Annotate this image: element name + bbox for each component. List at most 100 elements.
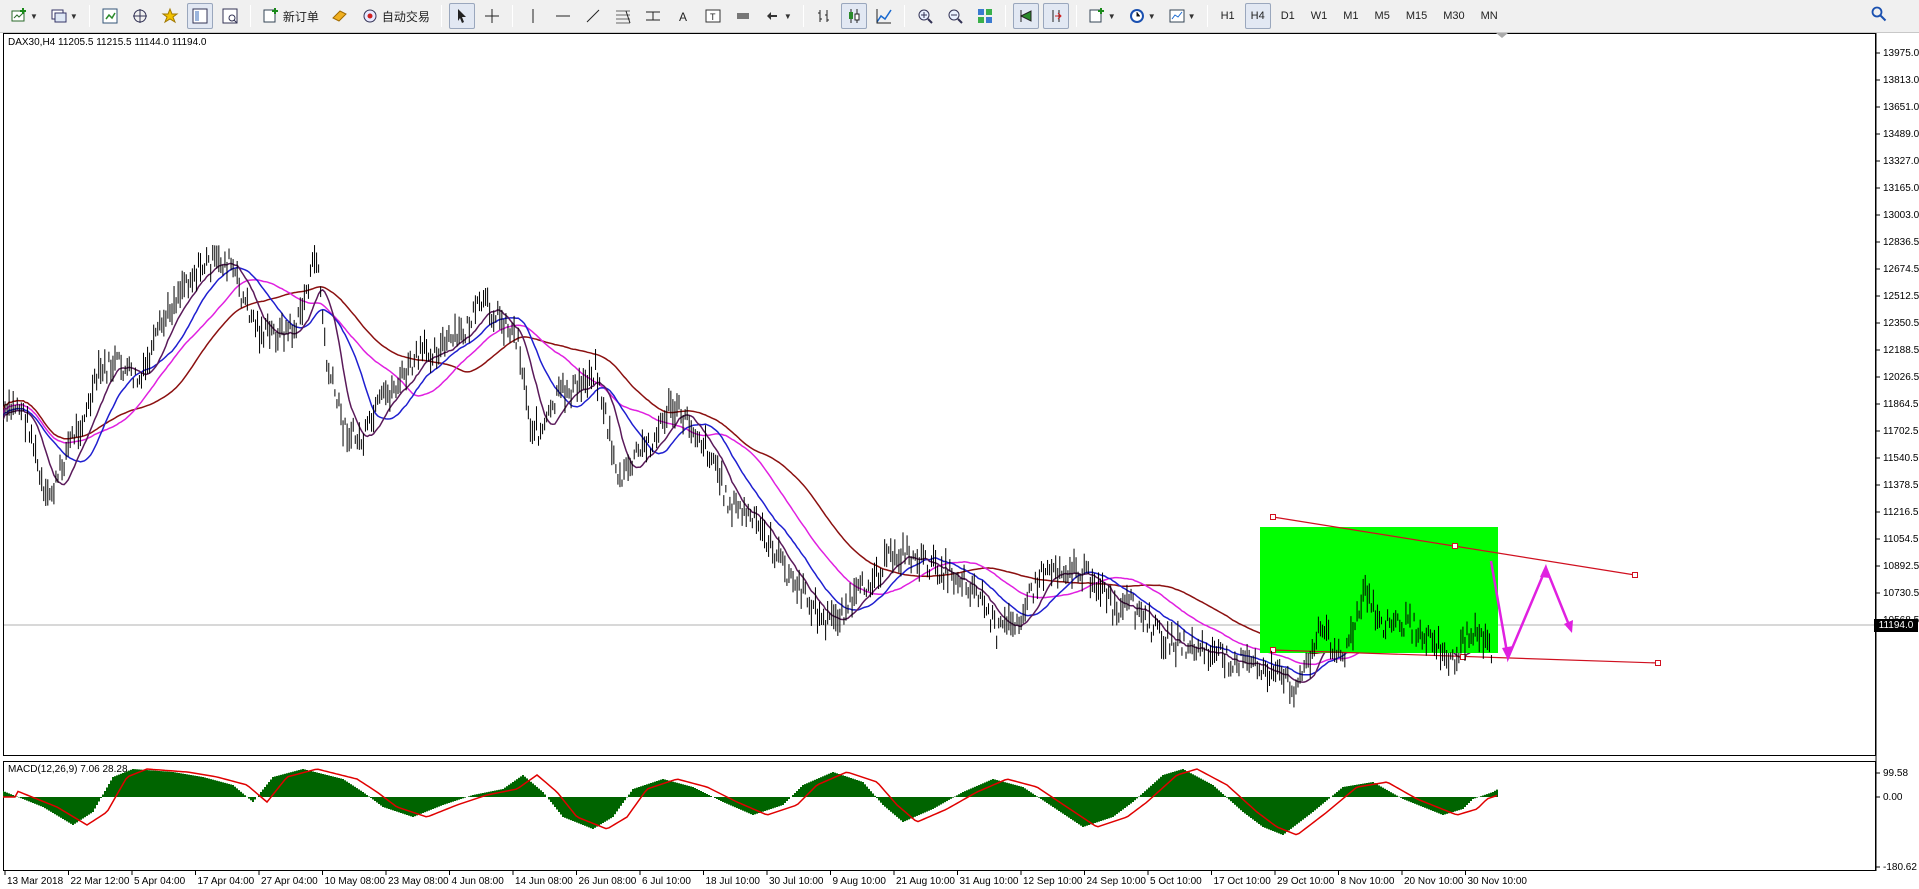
timeframe-h1[interactable]: H1	[1215, 3, 1241, 29]
price-scale-label: 10730.5	[1883, 588, 1919, 599]
trendline-anchor[interactable]	[1632, 572, 1638, 578]
profiles-button[interactable]: ▼	[46, 3, 82, 29]
navigator-button[interactable]	[127, 3, 153, 29]
bar-chart-button[interactable]	[811, 3, 837, 29]
new-order-button[interactable]: 新订单	[258, 3, 323, 29]
autoscroll-button[interactable]	[1042, 3, 1069, 29]
time-scale-label: 24 Sep 10:00	[1087, 876, 1147, 887]
price-scale-label: 13165.0	[1883, 183, 1919, 194]
candlestick-button[interactable]	[840, 3, 867, 29]
data-window-button[interactable]	[157, 3, 183, 29]
trendline-anchor[interactable]	[1655, 660, 1661, 666]
templates-button[interactable]: ▼	[1164, 3, 1200, 29]
timeframe-h4[interactable]: H4	[1244, 3, 1271, 29]
price-scale-label: 13813.0	[1883, 75, 1919, 86]
chart-canvas[interactable]: 13975.0 13813.0 13651.0 13489.0 13327.0 13165…	[3, 33, 1919, 889]
timeframe-mn[interactable]: MN	[1475, 3, 1504, 29]
auto-trading-button[interactable]: 自动交易	[357, 3, 434, 29]
zoom-in-button[interactable]	[912, 3, 938, 29]
tile-windows-button[interactable]	[972, 3, 998, 29]
profiles-icon	[51, 9, 67, 23]
main-chart-frame	[3, 33, 1876, 756]
toolbar-separator	[249, 5, 251, 27]
crosshair-tool-button[interactable]	[479, 3, 505, 29]
macd-scale-label: 99.58	[1883, 768, 1908, 779]
indicators-button[interactable]: ▼	[1084, 3, 1120, 29]
shapes-button[interactable]: ▼	[760, 3, 796, 29]
strategy-tester-button[interactable]	[217, 3, 243, 29]
text-label-button[interactable]: T	[700, 3, 726, 29]
trendline-icon	[586, 9, 600, 23]
horizontal-line-button[interactable]	[550, 3, 576, 29]
dropdown-arrow-icon: ▼	[783, 11, 792, 21]
crosshair-icon	[484, 9, 499, 23]
time-scale-label: 17 Oct 10:00	[1214, 876, 1272, 887]
time-scale-label: 4 Jun 08:00	[452, 876, 505, 887]
trendline-anchor[interactable]	[1270, 514, 1276, 520]
toolbar-separator	[1004, 5, 1006, 27]
channel-button[interactable]	[640, 3, 666, 29]
navigator-icon	[132, 9, 147, 23]
trendline-button[interactable]	[580, 3, 606, 29]
autoscroll-icon	[1052, 10, 1062, 22]
price-scale-label: 13651.0	[1883, 102, 1919, 113]
text-icon: A	[679, 10, 687, 24]
toolbar-separator	[802, 5, 804, 27]
new-order-label: 新订单	[282, 9, 319, 24]
text-tool-button[interactable]: A	[670, 3, 696, 29]
rectangle-icon	[736, 13, 749, 19]
chart-shift-icon	[1019, 10, 1032, 22]
arrow-tool-button[interactable]	[730, 3, 756, 29]
new-chart-button[interactable]: ▼	[6, 3, 42, 29]
macd-scale-label: -180.62	[1883, 862, 1917, 873]
market-watch-icon	[102, 8, 118, 24]
text-label-icon: T	[705, 9, 721, 23]
price-scale-label: 11378.5	[1883, 480, 1919, 491]
cursor-tool-button[interactable]	[448, 3, 475, 29]
terminal-icon	[192, 8, 208, 24]
price-scale-label: 11702.5	[1883, 426, 1919, 437]
timeframe-m15[interactable]: M15	[1400, 3, 1433, 29]
time-scale-label: 30 Nov 10:00	[1468, 876, 1528, 887]
price-scale-label: 11216.5	[1883, 507, 1919, 518]
price-scale-label: 13975.0	[1883, 48, 1919, 59]
market-watch-button[interactable]	[97, 3, 123, 29]
auto-trading-label: 自动交易	[381, 9, 430, 24]
timeframe-m30[interactable]: M30	[1437, 3, 1470, 29]
price-scale-label: 10892.5	[1883, 561, 1919, 572]
time-scale-label: 5 Oct 10:00	[1150, 876, 1202, 887]
timeframe-m5[interactable]: M5	[1369, 3, 1396, 29]
chart-symbol-info: DAX30,H4 11205.5 11215.5 11144.0 11194.0	[8, 37, 207, 48]
price-scale-label: 12674.5	[1883, 264, 1919, 275]
consolidation-box[interactable]	[1260, 527, 1498, 653]
current-price-badge: 11194.0	[1874, 619, 1918, 632]
trendline-anchor[interactable]	[1452, 543, 1458, 549]
meta-editor-button[interactable]	[327, 3, 353, 29]
chart-shift-button[interactable]	[1012, 3, 1039, 29]
candlestick-icon	[848, 9, 860, 23]
time-scale-label: 9 Aug 10:00	[833, 876, 887, 887]
svg-text:T: T	[710, 12, 716, 22]
zoom-out-button[interactable]	[942, 3, 968, 29]
time-scale-label: 8 Nov 10:00	[1341, 876, 1395, 887]
price-scale-label: 12188.5	[1883, 345, 1919, 356]
timeframe-m1[interactable]: M1	[1337, 3, 1364, 29]
price-scale-label: 12350.5	[1883, 318, 1919, 329]
terminal-button[interactable]	[186, 3, 213, 29]
time-scale-label: 21 Aug 10:00	[896, 876, 955, 887]
periods-button[interactable]: ▼	[1124, 3, 1160, 29]
fibonacci-button[interactable]	[610, 3, 636, 29]
time-scale-label: 18 Jul 10:00	[706, 876, 761, 887]
time-scale-label: 10 May 08:00	[325, 876, 386, 887]
macd-info: MACD(12,26,9) 7.06 28.28	[8, 764, 128, 775]
line-chart-button[interactable]	[871, 3, 897, 29]
timeframe-w1[interactable]: W1	[1305, 3, 1334, 29]
timeframe-d1[interactable]: D1	[1275, 3, 1301, 29]
indicators-icon	[1089, 8, 1104, 23]
new-chart-icon	[11, 8, 26, 22]
toolbar-separator	[903, 5, 905, 27]
search-button[interactable]	[1871, 6, 1887, 27]
vertical-line-button[interactable]	[520, 3, 546, 29]
zoom-out-icon	[948, 9, 963, 24]
chart-window[interactable]: 13975.0 13813.0 13651.0 13489.0 13327.0 13165…	[3, 33, 1919, 889]
